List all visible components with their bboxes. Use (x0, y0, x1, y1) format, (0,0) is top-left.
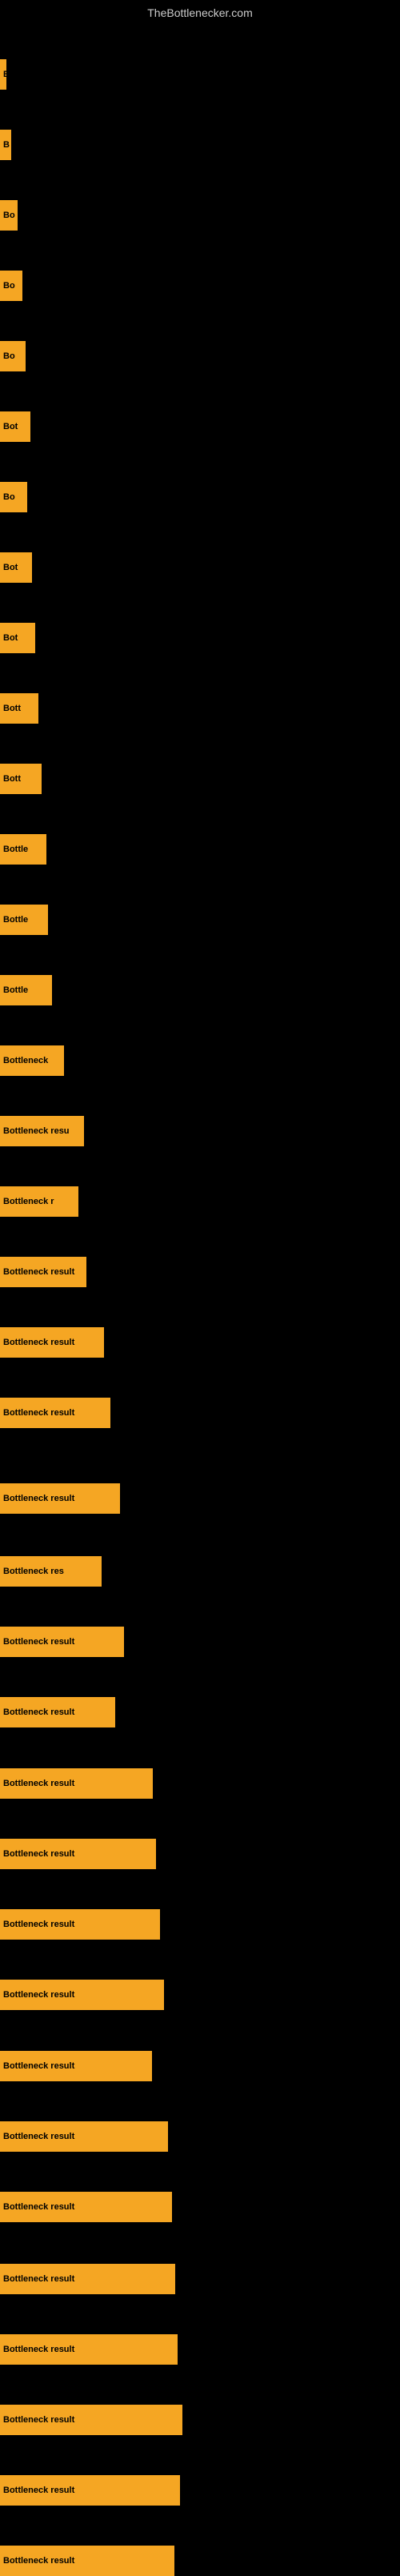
bar-label: B (3, 140, 10, 150)
bar-item: Bottle (0, 834, 46, 865)
bar-item: Bott (0, 693, 38, 724)
bar-label: Bott (3, 704, 21, 713)
bar-item: Bottleneck result (0, 1327, 104, 1358)
bar-label: Bo (3, 211, 15, 220)
bar-label: Bott (3, 774, 21, 784)
bar-label: Bo (3, 492, 15, 502)
bar-label: Bottle (3, 915, 28, 925)
bar-item: Bottleneck result (0, 2051, 152, 2081)
bar-item: Bottleneck res (0, 1556, 102, 1587)
bar-item: Bottleneck result (0, 2405, 182, 2435)
bar-item: Bottleneck result (0, 1627, 124, 1657)
bar-label: Bottleneck (3, 1056, 48, 1065)
bar-label: Bottleneck result (3, 2274, 74, 2284)
bar-item: Bottleneck result (0, 2334, 178, 2365)
bar-item: Bottleneck result (0, 1483, 120, 1514)
bar-label: Bot (3, 422, 18, 431)
bar-label: Bottleneck result (3, 1267, 74, 1277)
bar-item: Bottleneck (0, 1045, 64, 1076)
bar-item: Bottle (0, 975, 52, 1005)
bar-item: B (0, 59, 6, 90)
bar-item: Bottleneck r (0, 1186, 78, 1217)
bar-item: Bo (0, 271, 22, 301)
bar-item: Bottleneck result (0, 1980, 164, 2010)
bar-item: Bottle (0, 905, 48, 935)
bar-item: B (0, 130, 11, 160)
bar-item: Bottleneck result (0, 2192, 172, 2222)
chart-area: B B Bo Bo Bo Bot Bo Bot Bot Bott Bott Bottle Bottle B… (0, 26, 400, 2555)
bar-label: Bottleneck result (3, 1338, 74, 1347)
bar-item: Bo (0, 200, 18, 231)
bar-label: Bot (3, 563, 18, 572)
bar-label: Bo (3, 281, 15, 291)
bar-item: Bot (0, 552, 32, 583)
bar-item: Bottleneck result (0, 2475, 180, 2506)
bar-label: Bottleneck result (3, 2556, 74, 2566)
bar-label: Bottleneck result (3, 1494, 74, 1503)
bar-label: Bottleneck result (3, 2132, 74, 2141)
bar-label: Bottle (3, 985, 28, 995)
bar-item: Bot (0, 623, 35, 653)
bar-label: Bottleneck result (3, 1707, 74, 1717)
bar-label: Bottleneck result (3, 2345, 74, 2354)
bar-label: Bottleneck r (3, 1197, 54, 1206)
bar-item: Bottleneck result (0, 1398, 110, 1428)
bar-item: Bottleneck resu (0, 1116, 84, 1146)
bar-label: Bottleneck result (3, 1408, 74, 1418)
bar-label: Bottleneck result (3, 1637, 74, 1647)
site-title: TheBottlenecker.com (0, 0, 400, 26)
bar-item: Bo (0, 341, 26, 371)
bar-item: Bottleneck result (0, 1909, 160, 1940)
bar-label: Bottle (3, 845, 28, 854)
bar-label: Bottleneck result (3, 2415, 74, 2425)
bar-item: Bottleneck result (0, 2121, 168, 2152)
bar-label: Bottleneck res (3, 1567, 64, 1576)
bar-label: Bot (3, 633, 18, 643)
bar-label: Bottleneck result (3, 2061, 74, 2071)
bar-label: Bottleneck result (3, 1779, 74, 1788)
site-title-container: TheBottlenecker.com (0, 0, 400, 26)
bar-label: Bottleneck result (3, 2486, 74, 2495)
bar-item: Bottleneck result (0, 1257, 86, 1287)
bar-item: Bo (0, 482, 27, 512)
bar-item: Bottleneck result (0, 2264, 175, 2294)
bar-item: Bottleneck result (0, 1768, 153, 1799)
bar-item: Bot (0, 411, 30, 442)
bar-item: Bottleneck result (0, 2546, 174, 2576)
bar-label: Bottleneck result (3, 1920, 74, 1929)
bar-label: Bottleneck result (3, 1990, 74, 2000)
bar-item: Bottleneck result (0, 1839, 156, 1869)
bar-label: Bottleneck result (3, 2202, 74, 2212)
bar-item: Bott (0, 764, 42, 794)
bar-label: Bo (3, 351, 15, 361)
bar-label: B (3, 70, 6, 79)
bar-label: Bottleneck result (3, 1849, 74, 1859)
bar-label: Bottleneck resu (3, 1126, 70, 1136)
bar-item: Bottleneck result (0, 1697, 115, 1727)
